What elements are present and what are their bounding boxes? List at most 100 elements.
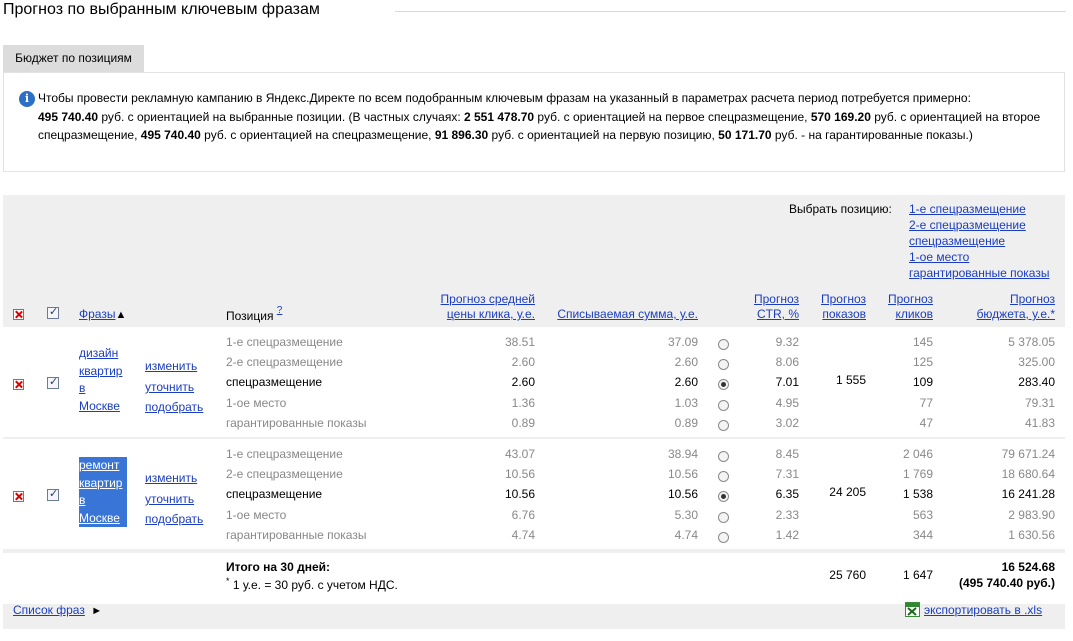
page-title: Прогноз по выбранным ключевым фразам	[3, 1, 320, 18]
clicks-value: 77	[919, 395, 933, 410]
forecast-info-text: Чтобы провести рекламную кампанию в Янде…	[38, 91, 1041, 142]
spend-amount: 5.30	[674, 507, 698, 522]
phrase-checkbox[interactable]	[47, 375, 59, 390]
refine-phrase-link[interactable]: уточнить	[145, 377, 203, 398]
ctr-value: 7.31	[775, 467, 799, 482]
position-radio[interactable]	[718, 471, 729, 483]
ctr-value: 8.06	[775, 355, 799, 370]
shows-column-header[interactable]: Прогноз показов	[821, 292, 866, 322]
avg-click-price: 4.74	[511, 527, 535, 542]
avg-click-price: 0.89	[511, 415, 535, 430]
ctr-value: 8.45	[775, 447, 799, 461]
phrases-column-header[interactable]: Фразы▲	[79, 307, 126, 321]
phrase-text[interactable]: дизайн квартир в Москве	[79, 345, 127, 415]
clicks-value: 563	[912, 507, 933, 522]
pick-phrases-link[interactable]: подобрать	[145, 509, 203, 530]
clicks-value: 47	[919, 415, 933, 430]
ctr-value: 6.35	[775, 487, 799, 502]
ctr-value: 3.02	[775, 415, 799, 430]
position-help-link[interactable]: ?	[277, 305, 283, 316]
clicks-value: 344	[912, 527, 933, 542]
position-radio[interactable]	[718, 531, 729, 543]
phrase-list-toggle[interactable]: Список фраз ►	[13, 603, 102, 617]
avg-click-price: 2.60	[511, 375, 535, 390]
sort-asc-icon: ▲	[115, 309, 127, 321]
totals-budget-rub: (495 740.40 руб.)	[959, 576, 1055, 590]
clicks-value: 1 538	[902, 487, 933, 502]
choose-second-special-link[interactable]: 2-е спецразмещение	[909, 217, 1049, 233]
delete-phrase-icon[interactable]	[13, 379, 24, 391]
position-radio[interactable]	[718, 511, 729, 523]
title-divider	[395, 11, 1066, 12]
totals-row: Итого на 30 дней: * 1 у.е. = 30 руб. с у…	[3, 553, 1065, 604]
budget-column-header[interactable]: Прогноз бюджета, у.е.*	[977, 292, 1055, 322]
position-name: 1-ое место	[226, 507, 287, 522]
choose-first-special-link[interactable]: 1-е спецразмещение	[909, 201, 1049, 217]
position-radio[interactable]	[718, 379, 729, 391]
forecast-info-box: i Чтобы провести рекламную кампанию в Ян…	[3, 72, 1065, 172]
forecast-table: Выбрать позицию: 1-е спецразмещение 2-е …	[3, 195, 1065, 629]
position-radio[interactable]	[718, 339, 729, 350]
ctr-value: 2.33	[775, 507, 799, 522]
delete-all-icon[interactable]	[13, 309, 24, 320]
ctr-value: 9.32	[775, 335, 799, 349]
delete-phrase-icon[interactable]	[13, 491, 24, 503]
clicks-column-header[interactable]: Прогноз кликов	[888, 292, 933, 322]
budget-value: 18 680.64	[1001, 467, 1055, 482]
position-name: 2-е спецразмещение	[226, 467, 343, 482]
spend-amount: 1.03	[674, 395, 698, 410]
phrase-text[interactable]: ремонт квартир в Москве	[79, 457, 127, 527]
avg-click-price: 38.51	[504, 335, 535, 349]
export-xls[interactable]: экспортировать в .xls	[905, 602, 1042, 617]
ctr-value: 7.01	[775, 375, 799, 390]
choose-position-label: Выбрать позицию:	[789, 202, 892, 216]
avg-click-price: 6.76	[511, 507, 535, 522]
position-radio[interactable]	[718, 419, 729, 431]
pick-phrases-link[interactable]: подобрать	[145, 397, 203, 418]
position-name: гарантированные показы	[226, 527, 367, 542]
choose-special-link[interactable]: спецразмещение	[909, 233, 1049, 249]
spend-amount: 2.60	[674, 375, 698, 390]
position-radio[interactable]	[718, 399, 729, 411]
position-radio[interactable]	[718, 491, 729, 503]
info-icon: i	[19, 91, 35, 107]
position-name: гарантированные показы	[226, 415, 367, 430]
refine-phrase-link[interactable]: уточнить	[145, 489, 203, 510]
ctr-column-header[interactable]: Прогноз CTR, %	[754, 292, 799, 322]
avg-click-price-header[interactable]: Прогноз средней цены клика, у.е.	[441, 292, 535, 322]
position-radio[interactable]	[718, 359, 729, 371]
choose-guaranteed-link[interactable]: гарантированные показы	[909, 265, 1049, 281]
avg-click-price: 10.56	[504, 467, 535, 482]
avg-click-price: 2.60	[511, 355, 535, 370]
avg-click-price: 43.07	[504, 447, 535, 461]
total-selected-sum: 495 740.40	[38, 109, 99, 124]
expand-arrow-icon: ►	[91, 605, 103, 617]
tab-budget-by-positions[interactable]: Бюджет по позициям	[3, 45, 144, 72]
shows-value: 1 555	[835, 373, 866, 388]
budget-value: 325.00	[1018, 355, 1055, 370]
shows-value: 24 205	[829, 485, 866, 500]
first-place-sum: 91 896.30	[434, 128, 489, 142]
phrase-checkbox[interactable]	[47, 487, 59, 502]
position-name: 1-е спецразмещение	[226, 447, 343, 461]
position-name: 1-ое место	[226, 395, 287, 410]
edit-phrase-link[interactable]: изменить	[145, 468, 203, 489]
edit-phrase-link[interactable]: изменить	[145, 356, 203, 377]
budget-value: 79 671.24	[1001, 447, 1055, 461]
select-all-checkbox[interactable]	[47, 305, 59, 319]
position-name: спецразмещение	[226, 487, 323, 502]
totals-label: Итого на 30 дней:	[226, 560, 331, 574]
choose-first-place-link[interactable]: 1-ое место	[909, 249, 1049, 265]
clicks-value: 1 769	[902, 467, 933, 482]
clicks-value: 145	[912, 335, 933, 349]
clicks-value: 2 046	[902, 447, 933, 461]
budget-value: 16 241.28	[1001, 487, 1055, 502]
totals-note: * 1 у.е. = 30 руб. с учетом НДС.	[226, 576, 398, 592]
position-name: 2-е спецразмещение	[226, 355, 343, 370]
budget-value: 1 630.56	[1008, 527, 1055, 542]
position-radio[interactable]	[718, 451, 729, 462]
first-special-sum: 2 551 478.70	[464, 109, 535, 124]
budget-value: 2 983.90	[1008, 507, 1055, 522]
spend-column-header[interactable]: Списываемая сумма, у.е.	[557, 307, 698, 322]
guaranteed-sum: 50 171.70	[718, 128, 772, 142]
